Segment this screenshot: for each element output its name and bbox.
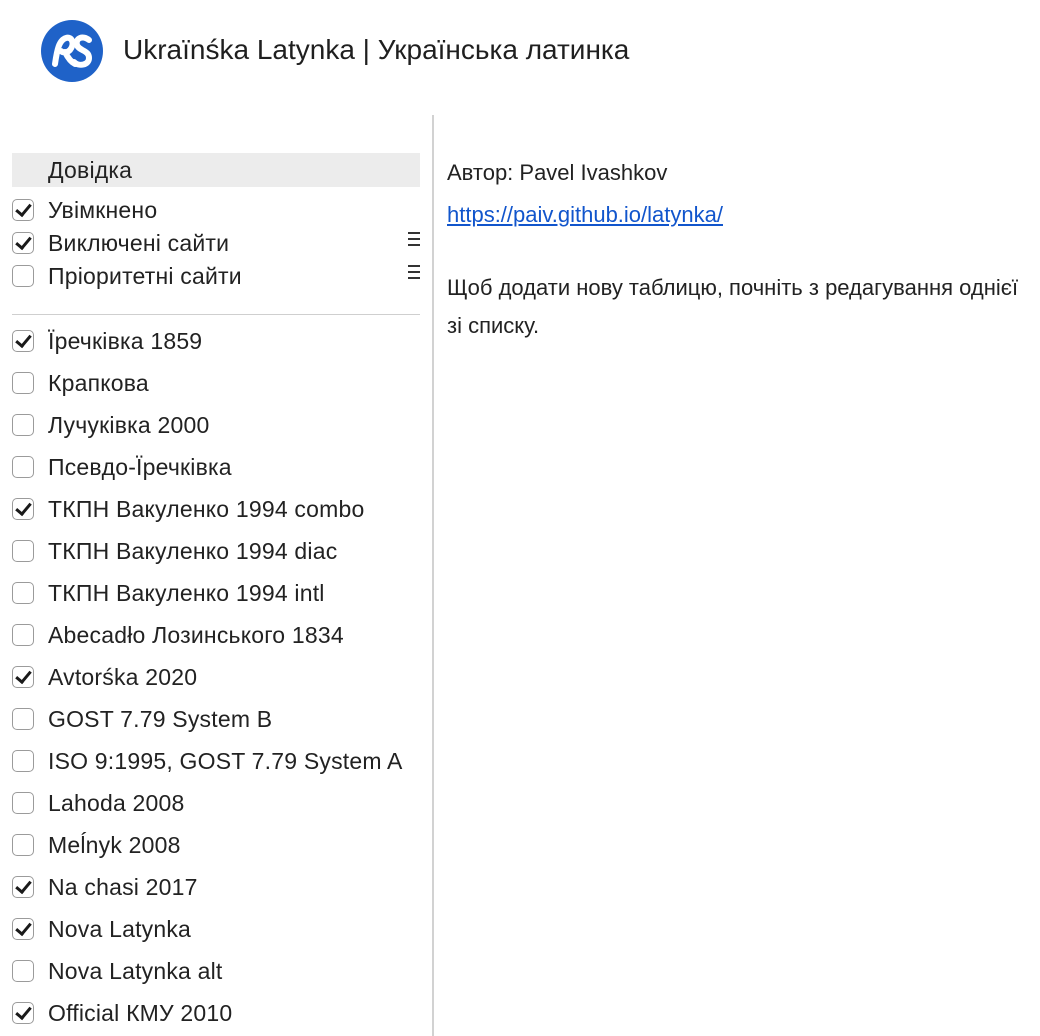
table-item-checkbox[interactable] xyxy=(12,498,34,520)
table-item-checkbox[interactable] xyxy=(12,918,34,940)
table-item-label: Meĺnyk 2008 xyxy=(48,831,181,858)
table-item-label: ISO 9:1995, GOST 7.79 System A xyxy=(48,747,403,774)
table-item[interactable]: Nova Latynka xyxy=(12,912,420,946)
table-item-label: Nova Latynka xyxy=(48,915,192,942)
table-item-checkbox[interactable] xyxy=(12,834,34,856)
table-item-label: Крапкова xyxy=(48,369,149,396)
table-item-label: Official КМУ 2010 xyxy=(48,999,233,1026)
setting-excluded-sites[interactable]: Виключені сайти xyxy=(12,226,420,260)
table-item-checkbox[interactable] xyxy=(12,666,34,688)
priority-sites-checkbox[interactable] xyxy=(12,265,34,287)
table-item-checkbox[interactable] xyxy=(12,372,34,394)
table-item-label: Лучуківка 2000 xyxy=(48,411,210,438)
setting-priority-sites[interactable]: Пріоритетні сайти xyxy=(12,259,420,293)
table-item[interactable]: GOST 7.79 System B xyxy=(12,702,420,736)
table-item[interactable]: Lahoda 2008 xyxy=(12,786,420,820)
table-item-label: Na chasi 2017 xyxy=(48,873,198,900)
table-item-checkbox[interactable] xyxy=(12,708,34,730)
table-item-label: Avtorśka 2020 xyxy=(48,663,198,690)
priority-sites-label: Пріоритетні сайти xyxy=(48,262,242,289)
table-item-checkbox[interactable] xyxy=(12,414,34,436)
table-item-label: GOST 7.79 System B xyxy=(48,705,273,732)
table-item-label: ТКПН Вакуленко 1994 intl xyxy=(48,579,325,606)
setting-enabled[interactable]: Увімкнено xyxy=(12,193,420,227)
table-item-label: ТКПН Вакуленко 1994 combo xyxy=(48,495,365,522)
table-item-checkbox[interactable] xyxy=(12,540,34,562)
table-item-label: Псевдо-Їречківка xyxy=(48,453,232,480)
app-title: Ukraïnśka Latynka | Українська латинка xyxy=(123,34,630,65)
help-label: Довідка xyxy=(48,156,133,183)
table-item-label: Їречківка 1859 xyxy=(48,327,203,354)
table-item-checkbox[interactable] xyxy=(12,1002,34,1024)
priority-sites-menu-icon[interactable] xyxy=(408,265,420,279)
app-header: Ukraïnśka Latynka | Українська латинка xyxy=(0,0,1040,105)
table-item[interactable]: Avtorśka 2020 xyxy=(12,660,420,694)
table-item-label: Lahoda 2008 xyxy=(48,789,185,816)
table-item[interactable]: Meĺnyk 2008 xyxy=(12,828,420,862)
table-item[interactable]: Official КМУ 2010 xyxy=(12,996,420,1030)
excluded-sites-menu-icon[interactable] xyxy=(408,232,420,246)
table-item[interactable]: ТКПН Вакуленко 1994 diac xyxy=(12,534,420,568)
table-item[interactable]: ISO 9:1995, GOST 7.79 System A xyxy=(12,744,420,778)
table-item-label: Nova Latynka alt xyxy=(48,957,223,984)
app-logo-icon xyxy=(41,20,103,82)
table-item[interactable]: Крапкова xyxy=(12,366,420,400)
table-item-checkbox[interactable] xyxy=(12,330,34,352)
author-text: Автор: Pavel Ivashkov xyxy=(447,160,668,185)
table-item[interactable]: Abecadło Лозинського 1834 xyxy=(12,618,420,652)
table-item[interactable]: Лучуківка 2000 xyxy=(12,408,420,442)
table-item-label: ТКПН Вакуленко 1994 diac xyxy=(48,537,338,564)
table-item[interactable]: ТКПН Вакуленко 1994 combo xyxy=(12,492,420,526)
excluded-sites-checkbox[interactable] xyxy=(12,232,34,254)
table-item[interactable]: Na chasi 2017 xyxy=(12,870,420,904)
table-item[interactable]: Їречківка 1859 xyxy=(12,324,420,358)
table-item-label: Abecadło Лозинського 1834 xyxy=(48,621,344,648)
enabled-checkbox[interactable] xyxy=(12,199,34,221)
excluded-sites-label: Виключені сайти xyxy=(48,229,230,256)
table-item-checkbox[interactable] xyxy=(12,750,34,772)
table-item[interactable]: ТКПН Вакуленко 1994 intl xyxy=(12,576,420,610)
table-item[interactable]: Псевдо-Їречківка xyxy=(12,450,420,484)
sidebar-item-help[interactable]: Довідка xyxy=(12,153,420,187)
table-item-checkbox[interactable] xyxy=(12,792,34,814)
enabled-label: Увімкнено xyxy=(48,196,158,223)
table-item-checkbox[interactable] xyxy=(12,582,34,604)
table-item-checkbox[interactable] xyxy=(12,624,34,646)
content-panel: Автор: Pavel Ivashkov https://paiv.githu… xyxy=(447,155,1040,345)
sidebar-divider xyxy=(12,314,420,315)
table-item-checkbox[interactable] xyxy=(12,960,34,982)
panel-divider xyxy=(432,115,434,1036)
table-item[interactable]: Nova Latynka alt xyxy=(12,954,420,988)
table-item-checkbox[interactable] xyxy=(12,876,34,898)
table-item-checkbox[interactable] xyxy=(12,456,34,478)
description-text: Щоб додати нову таблицю, почніть з редаг… xyxy=(447,275,1019,338)
project-link[interactable]: https://paiv.github.io/latynka/ xyxy=(447,197,1040,233)
sidebar: Довідка Увімкнено Виключені сайти Пріори… xyxy=(0,115,432,1036)
